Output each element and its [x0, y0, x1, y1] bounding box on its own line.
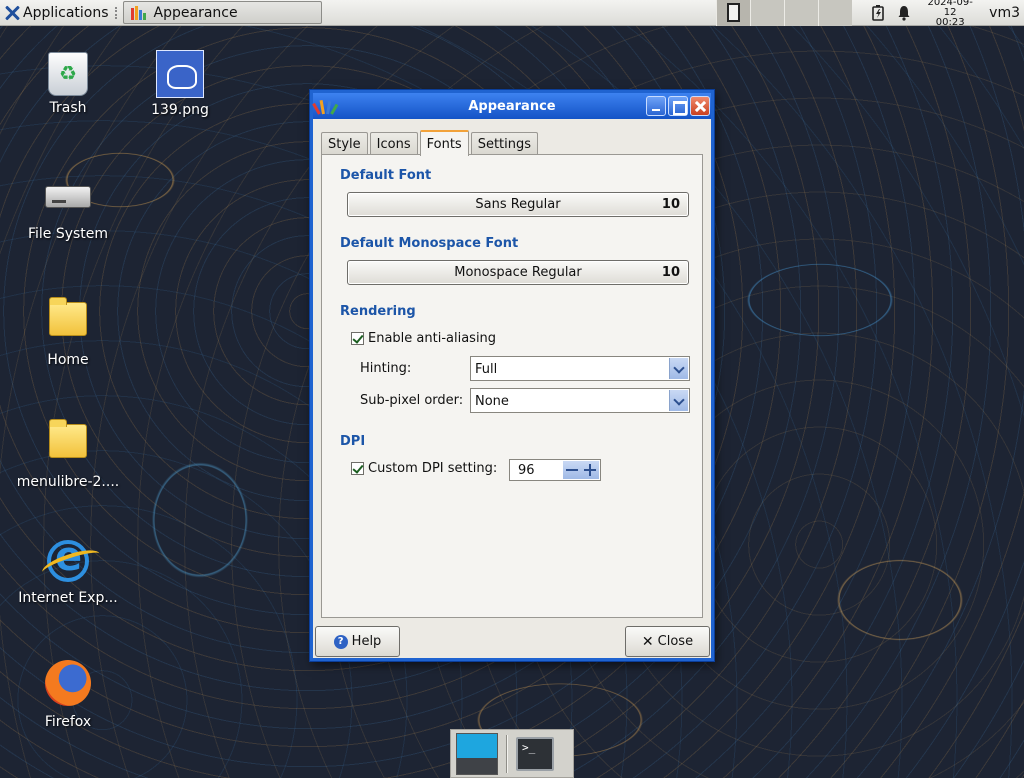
xfce-logo-icon — [4, 5, 20, 21]
monospace-font-heading: Default Monospace Font — [340, 236, 519, 251]
antialias-checkbox[interactable] — [351, 332, 364, 345]
desktop-icon-trash[interactable]: Trash — [13, 50, 123, 116]
panel-separator — [114, 6, 119, 19]
trash-icon — [48, 52, 88, 96]
monospace-font-size: 10 — [661, 265, 680, 280]
help-button-label: Help — [351, 634, 382, 649]
fonts-panel: Default Font Sans Regular 10 Default Mon… — [321, 154, 703, 618]
subpixel-select[interactable]: None — [470, 388, 690, 413]
notification-bell-icon[interactable] — [891, 0, 917, 26]
appearance-app-icon — [130, 5, 146, 21]
workspace-1[interactable] — [716, 0, 750, 26]
close-button-label: Close — [657, 634, 694, 649]
chevron-down-icon — [669, 390, 688, 411]
close-icon: ✕ — [641, 633, 654, 650]
tab-fonts[interactable]: Fonts — [419, 130, 469, 156]
hinting-value: Full — [475, 362, 498, 377]
dpi-heading: DPI — [340, 434, 366, 449]
subpixel-value: None — [475, 394, 509, 409]
folder-icon — [49, 297, 87, 336]
appearance-dialog: Appearance Style Icons Fonts Settings De… — [310, 90, 714, 661]
system-tray: 2024-09-12 00:23 vm3 — [865, 0, 1024, 28]
desktop-icon-label: File System — [27, 226, 109, 242]
tab-bar: Style Icons Fonts Settings — [321, 130, 540, 156]
desktop-icon-home[interactable]: Home — [13, 294, 123, 368]
workspace-switcher[interactable] — [716, 0, 852, 26]
clock-date: 2024-09-12 — [927, 0, 973, 18]
terminal-icon: >_ — [522, 740, 536, 754]
default-font-heading: Default Font — [340, 168, 432, 183]
minimize-button[interactable] — [646, 96, 666, 116]
desktop-icon-label: 139.png — [151, 102, 209, 118]
dpi-spinbutton[interactable]: 96 — [509, 459, 601, 481]
bottom-dock: >_ — [450, 729, 574, 778]
tab-settings[interactable]: Settings — [470, 132, 539, 155]
user-menu[interactable]: vm3 — [983, 5, 1024, 21]
workspace-2[interactable] — [750, 0, 784, 26]
battery-icon[interactable] — [865, 0, 891, 26]
applications-menu-button[interactable]: Applications — [0, 0, 113, 26]
desktop-icon-label: Trash — [49, 100, 87, 116]
custom-dpi-label: Custom DPI setting: — [368, 461, 498, 476]
dialog-title: Appearance — [468, 98, 556, 114]
workspace-window-thumb — [727, 3, 740, 22]
dialog-titlebar[interactable]: Appearance — [312, 93, 711, 119]
taskbar-button-label: Appearance — [153, 4, 238, 21]
internet-explorer-icon — [47, 534, 89, 582]
help-button[interactable]: ? Help — [315, 626, 400, 657]
close-button[interactable]: ✕ Close — [625, 626, 710, 657]
desktop-icon-label: Home — [47, 352, 89, 368]
appearance-app-icon — [312, 98, 339, 115]
dpi-increment-button[interactable] — [581, 461, 599, 479]
desktop-icon-label: Internet Exp... — [18, 590, 118, 606]
default-font-name: Sans Regular — [475, 197, 561, 212]
antialias-row[interactable]: Enable anti-aliasing — [351, 331, 496, 346]
chevron-down-icon — [669, 358, 688, 379]
clock[interactable]: 2024-09-12 00:23 — [921, 0, 979, 28]
image-file-icon — [156, 50, 204, 98]
custom-dpi-row[interactable]: Custom DPI setting: — [351, 461, 497, 476]
hinting-label: Hinting: — [360, 361, 412, 376]
tab-icons[interactable]: Icons — [369, 132, 418, 155]
drive-icon — [45, 186, 91, 208]
tab-style[interactable]: Style — [321, 132, 368, 155]
custom-dpi-checkbox[interactable] — [351, 462, 364, 475]
default-font-size: 10 — [661, 197, 680, 212]
rendering-heading: Rendering — [340, 304, 416, 319]
workspace-3[interactable] — [784, 0, 818, 26]
monospace-font-button[interactable]: Monospace Regular 10 — [347, 260, 689, 285]
taskbar-button-appearance[interactable]: Appearance — [122, 1, 322, 24]
desktop-icon-label: Firefox — [44, 714, 92, 730]
desktop-icon-139-png[interactable]: 139.png — [125, 50, 235, 118]
desktop-icon-file-system[interactable]: File System — [13, 172, 123, 242]
desktop-icon-label: menulibre-2.... — [16, 474, 120, 490]
firefox-icon — [45, 660, 91, 706]
maximize-button[interactable] — [668, 96, 688, 116]
desktop-icon-menulibre[interactable]: menulibre-2.... — [13, 416, 123, 490]
clock-time: 00:23 — [935, 17, 965, 28]
desktop-icon-firefox[interactable]: Firefox — [13, 660, 123, 730]
dpi-value: 96 — [518, 463, 535, 478]
hinting-select[interactable]: Full — [470, 356, 690, 381]
subpixel-label: Sub-pixel order: — [360, 393, 464, 408]
window-close-button[interactable] — [690, 96, 710, 116]
default-font-button[interactable]: Sans Regular 10 — [347, 192, 689, 217]
antialias-label: Enable anti-aliasing — [368, 331, 497, 346]
desktop-icon-internet-explorer[interactable]: Internet Exp... — [13, 534, 123, 606]
terminal-launcher[interactable]: >_ — [516, 736, 554, 771]
monospace-font-name: Monospace Regular — [454, 265, 582, 280]
dpi-decrement-button[interactable] — [563, 461, 581, 479]
dock-separator — [506, 734, 508, 773]
folder-icon — [49, 419, 87, 458]
show-desktop-launcher[interactable] — [456, 732, 498, 775]
applications-label: Applications — [23, 4, 109, 21]
top-panel: Applications Appearance 2024-09-12 00:23… — [0, 0, 1024, 28]
workspace-4[interactable] — [818, 0, 852, 26]
help-icon: ? — [333, 634, 348, 649]
